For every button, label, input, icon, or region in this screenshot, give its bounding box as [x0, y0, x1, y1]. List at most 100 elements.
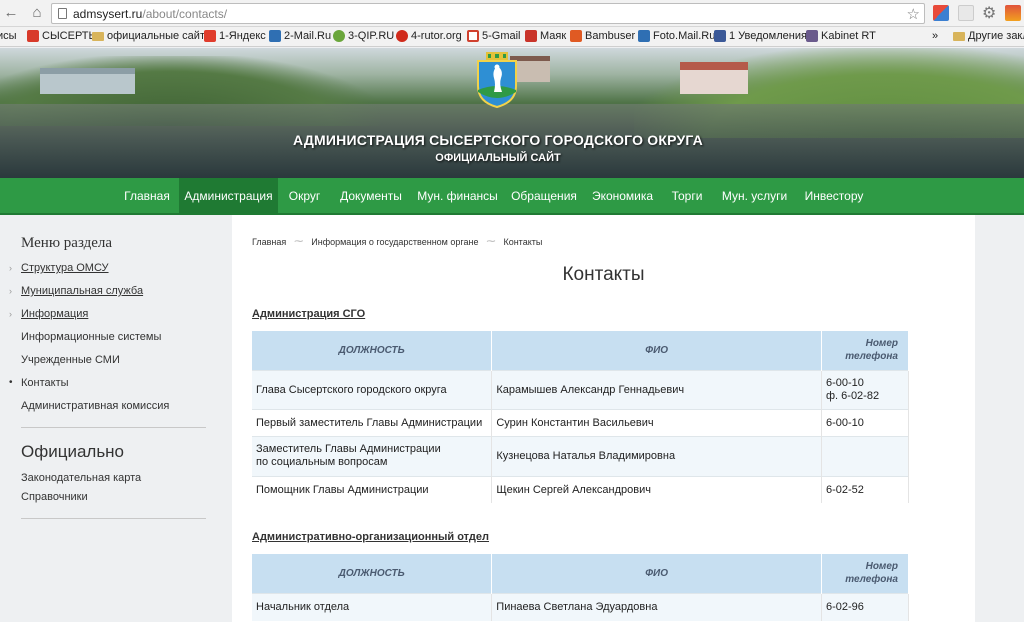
bullet-icon: •: [9, 377, 13, 388]
bookmarks-bar: исы СЫСЕРТЬ официальные сайты 1-Яндекс 2…: [0, 27, 1024, 47]
table-cell: Глава Сысертского городского округа: [252, 369, 493, 409]
column-header: Номер телефона: [821, 554, 909, 593]
nav-item-services[interactable]: Мун. услуги: [713, 178, 796, 215]
main-content: Главная ⁓ Информация о государственном о…: [232, 215, 975, 622]
nav-item-economy[interactable]: Экономика: [584, 178, 661, 215]
breadcrumb: Главная ⁓ Информация о государственном о…: [252, 236, 542, 247]
chevron-right-icon: ›: [9, 286, 12, 296]
sidebar-item-information[interactable]: Информация: [21, 308, 88, 320]
column-header: ДОЛЖНОСТЬ: [252, 554, 493, 593]
section-title[interactable]: Администрация СГО: [252, 308, 365, 320]
back-arrow-icon[interactable]: ←: [2, 4, 20, 22]
user-extension-icon[interactable]: [1005, 5, 1021, 21]
gmail-icon: [467, 30, 479, 42]
bookmark-item[interactable]: 1-Яндекс: [204, 30, 266, 42]
bookmark-folder[interactable]: официальные сайты: [92, 30, 213, 42]
table-row: Первый заместитель Главы Администрации С…: [252, 408, 909, 436]
table-cell: Помощник Главы Администрации: [252, 475, 493, 503]
settings-gear-icon[interactable]: ⚙: [982, 3, 998, 22]
column-header: ФИО: [491, 554, 822, 593]
nav-item-home[interactable]: Главная: [115, 178, 179, 215]
table-header-row: ДОЛЖНОСТЬ ФИО Номер телефона: [252, 554, 909, 593]
coat-of-arms-icon[interactable]: [474, 52, 520, 108]
nav-item-appeals[interactable]: Обращения: [504, 178, 584, 215]
extension-icon[interactable]: [933, 5, 949, 21]
nav-item-finance[interactable]: Мун. финансы: [411, 178, 504, 215]
bookmark-item[interactable]: Kabinet RT: [806, 30, 876, 42]
folder-icon: [953, 31, 965, 41]
nav-item-administration[interactable]: Администрация: [179, 178, 278, 215]
table-row: Помощник Главы Администрации Щекин Серге…: [252, 475, 909, 503]
sidebar-item-directories[interactable]: Справочники: [21, 491, 88, 503]
bookmark-item[interactable]: Bambuser: [570, 30, 635, 42]
contacts-table: ДОЛЖНОСТЬ ФИО Номер телефона Начальник о…: [252, 554, 909, 621]
breadcrumb-separator-icon: ⁓: [294, 236, 304, 246]
breadcrumb-info[interactable]: Информация о государственном органе: [311, 237, 478, 247]
table-cell: Заместитель Главы Администрации по социа…: [252, 435, 493, 476]
bookmark-icon: [570, 30, 582, 42]
bookmark-item[interactable]: 4-rutor.org: [396, 30, 462, 42]
bookmark-star-icon[interactable]: ☆: [907, 5, 920, 23]
table-cell: Первый заместитель Главы Администрации: [252, 408, 493, 436]
sidebar-item-legal-map[interactable]: Законодательная карта: [21, 472, 141, 484]
bookmark-icon: [333, 30, 345, 42]
bookmark-item[interactable]: Foto.Mail.Ru: [638, 30, 715, 42]
contacts-table: ДОЛЖНОСТЬ ФИО Номер телефона Глава Сысер…: [252, 331, 909, 503]
breadcrumb-separator-icon: ⁓: [486, 236, 496, 246]
main-navigation: Главная Администрация Округ Документы Му…: [0, 178, 1024, 215]
sidebar-item-media[interactable]: Учрежденные СМИ: [21, 354, 120, 366]
bookmark-item[interactable]: СЫСЕРТЬ: [27, 30, 96, 42]
divider: [21, 518, 206, 519]
chevron-right-icon: ›: [9, 263, 12, 273]
page-gutter: [975, 215, 1024, 622]
address-bar[interactable]: admsysert.ru/about/contacts/ ☆: [51, 3, 925, 24]
nav-item-investor[interactable]: Инвестору: [796, 178, 872, 215]
bookmark-icon: [27, 30, 39, 42]
nav-item-tenders[interactable]: Торги: [661, 178, 713, 215]
section-title[interactable]: Административно-организационный отдел: [252, 531, 489, 543]
bookmark-item[interactable]: исы: [0, 30, 17, 42]
table-cell: 6-00-10 ф. 6-02-82: [821, 369, 909, 409]
site-subtitle: ОФИЦИАЛЬНЫЙ САЙТ: [435, 152, 561, 164]
bookmark-item[interactable]: Маяк: [525, 30, 566, 42]
bookmark-item[interactable]: 5-Gmail: [467, 30, 521, 42]
sidebar-item-commission[interactable]: Административная комиссия: [21, 400, 169, 412]
table-cell: 6-02-96: [821, 592, 909, 621]
table-cell: 6-02-52: [821, 475, 909, 503]
browser-toolbar: ← ⌂ admsysert.ru/about/contacts/ ☆ ⚙: [0, 0, 1024, 27]
table-header-row: ДОЛЖНОСТЬ ФИО Номер телефона: [252, 331, 909, 370]
site-title: АДМИНИСТРАЦИЯ СЫСЕРТСКОГО ГОРОДСКОГО ОКР…: [293, 132, 703, 148]
banner-building: [680, 62, 748, 94]
breadcrumb-current: Контакты: [503, 236, 543, 247]
bookmark-item[interactable]: 2-Mail.Ru: [269, 30, 331, 42]
breadcrumb-home[interactable]: Главная: [252, 237, 286, 247]
home-icon[interactable]: ⌂: [28, 4, 46, 22]
table-row: Глава Сысертского городского округа Кара…: [252, 369, 909, 409]
bookmark-icon: [269, 30, 281, 42]
table-cell: Кузнецова Наталья Владимировна: [491, 435, 822, 476]
banner-building: [40, 68, 135, 94]
sidebar-item-service[interactable]: Муниципальная служба: [21, 285, 143, 297]
chevron-right-icon: ›: [9, 309, 12, 319]
table-cell: Карамышев Александр Геннадьевич: [491, 369, 822, 409]
sidebar-item-info-systems[interactable]: Информационные системы: [21, 331, 161, 343]
table-row: Начальник отдела Пинаева Светлана Эдуард…: [252, 592, 909, 621]
sidebar-item-contacts[interactable]: Контакты: [21, 377, 69, 389]
sidebar-item-structure[interactable]: Структура ОМСУ: [21, 262, 109, 274]
yandex-extension-icon[interactable]: [958, 5, 974, 21]
bookmark-item[interactable]: 1 Уведомления: [714, 30, 807, 42]
column-header: ФИО: [491, 331, 822, 370]
table-cell: [821, 435, 909, 476]
table-cell: Начальник отдела: [252, 592, 493, 621]
table-row: Заместитель Главы Администрации по социа…: [252, 435, 909, 476]
nav-item-district[interactable]: Округ: [278, 178, 331, 215]
url-text: admsysert.ru/about/contacts/: [73, 7, 228, 21]
nav-item-documents[interactable]: Документы: [331, 178, 411, 215]
bookmarks-overflow-chevron[interactable]: »: [932, 30, 938, 42]
bookmark-item[interactable]: 3-QIP.RU: [333, 30, 394, 42]
page-icon: [58, 8, 67, 19]
table-cell: Щекин Сергей Александрович: [491, 475, 822, 503]
facebook-icon: [714, 30, 726, 42]
column-header: ДОЛЖНОСТЬ: [252, 331, 493, 370]
bookmark-folder[interactable]: Другие закла: [953, 30, 1024, 42]
